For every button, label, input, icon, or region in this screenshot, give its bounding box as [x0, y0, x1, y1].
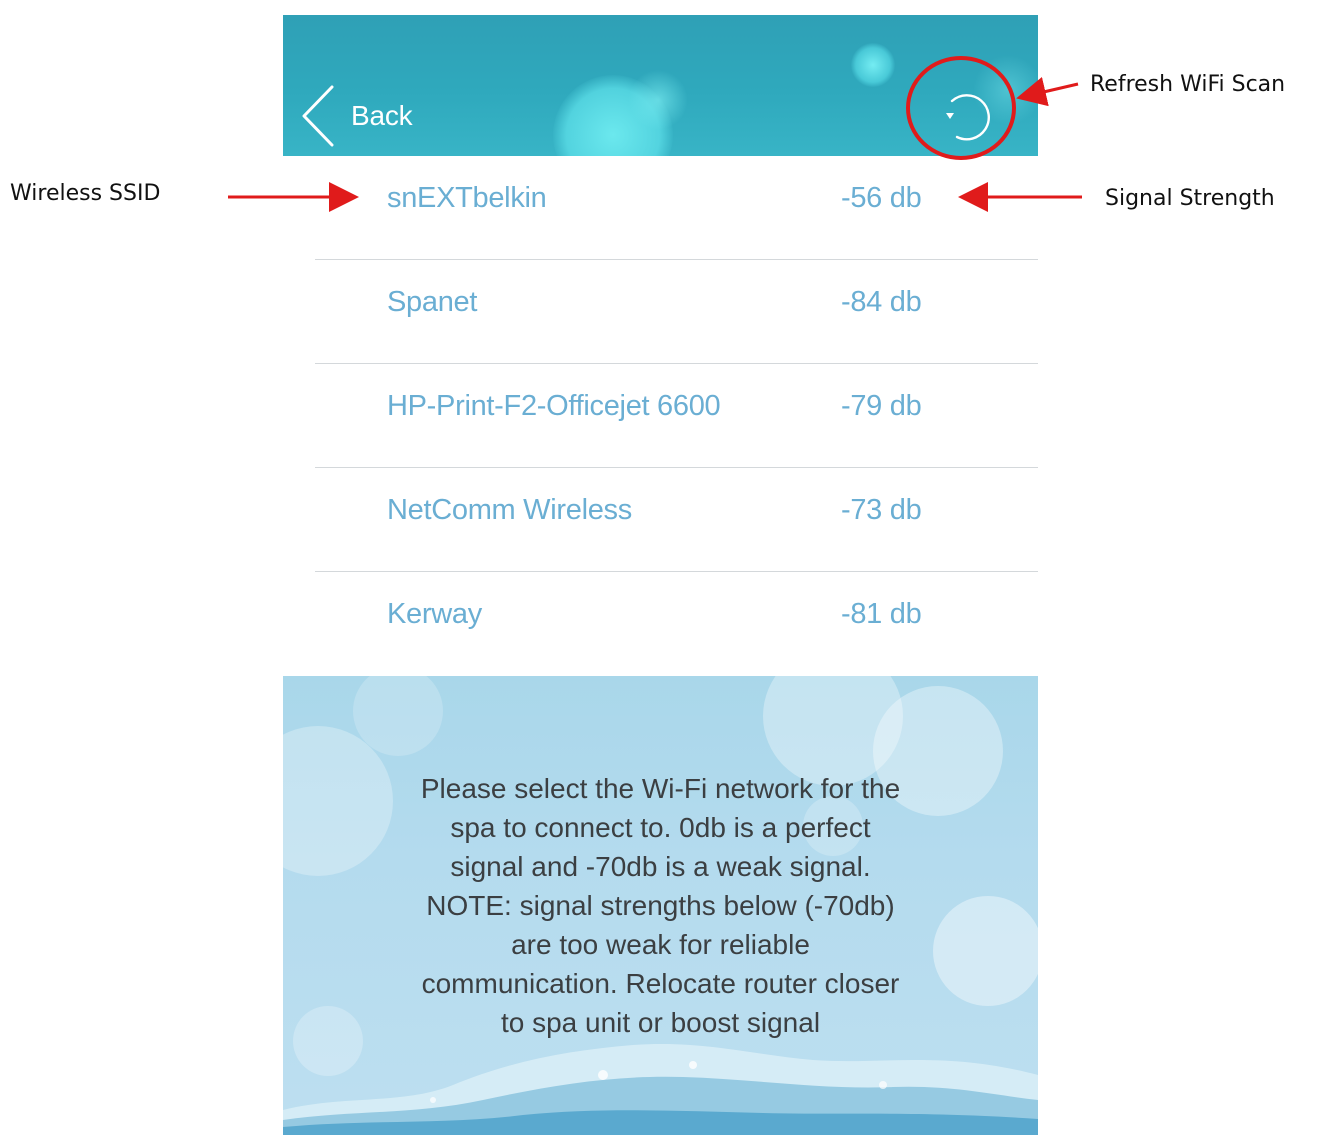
network-list: snEXTbelkin -56 db Spanet -84 db HP-Prin… [283, 156, 1038, 676]
info-line: to spa unit or boost signal [500, 1007, 821, 1038]
header-bokeh [851, 43, 895, 87]
back-button[interactable]: Back [301, 85, 413, 147]
info-message: Please select the Wi-Fi network for the … [353, 769, 968, 1042]
network-row[interactable]: NetComm Wireless -73 db [283, 468, 1038, 572]
refresh-annotation-label: Refresh WiFi Scan [1090, 72, 1286, 97]
network-row[interactable]: HP-Print-F2-Officejet 6600 -79 db [283, 364, 1038, 468]
chevron-left-icon [301, 85, 335, 147]
back-label: Back [351, 100, 413, 131]
signal-annotation-label: Signal Strength [1105, 186, 1275, 211]
info-panel: Please select the Wi-Fi network for the … [283, 676, 1038, 1135]
phone-screen: Back snEXTbelkin -56 db Spanet -84 db HP… [283, 15, 1038, 1135]
header-bar: Back [283, 15, 1038, 156]
network-row[interactable]: Spanet -84 db [283, 260, 1038, 364]
network-ssid: HP-Print-F2-Officejet 6600 [387, 390, 721, 422]
network-signal-strength: -56 db [841, 182, 922, 214]
network-ssid: Kerway [387, 598, 482, 630]
network-signal-strength: -81 db [841, 598, 922, 630]
network-ssid: NetComm Wireless [387, 494, 632, 526]
network-row[interactable]: snEXTbelkin -56 db [283, 156, 1038, 260]
info-line: are too weak for reliable [511, 929, 810, 960]
info-line: communication. Relocate router closer [421, 968, 900, 999]
info-line: NOTE: signal strengths below (-70db) [426, 890, 895, 921]
network-signal-strength: -79 db [841, 390, 922, 422]
info-line: Please select the Wi-Fi network for the [420, 773, 901, 804]
header-bokeh [628, 70, 688, 130]
network-ssid: Spanet [387, 286, 478, 318]
network-signal-strength: -84 db [841, 286, 922, 318]
background-bokeh [353, 676, 443, 756]
header-bokeh [553, 75, 673, 156]
network-ssid: snEXTbelkin [387, 182, 547, 214]
network-row[interactable]: Kerway -81 db [283, 572, 1038, 676]
refresh-button[interactable] [923, 77, 999, 153]
info-line: spa to connect to. 0db is a perfect [450, 812, 871, 843]
refresh-icon [946, 94, 990, 141]
network-signal-strength: -73 db [841, 494, 922, 526]
ssid-annotation-label: Wireless SSID [10, 181, 161, 206]
info-line: signal and -70db is a weak signal. [450, 851, 871, 882]
